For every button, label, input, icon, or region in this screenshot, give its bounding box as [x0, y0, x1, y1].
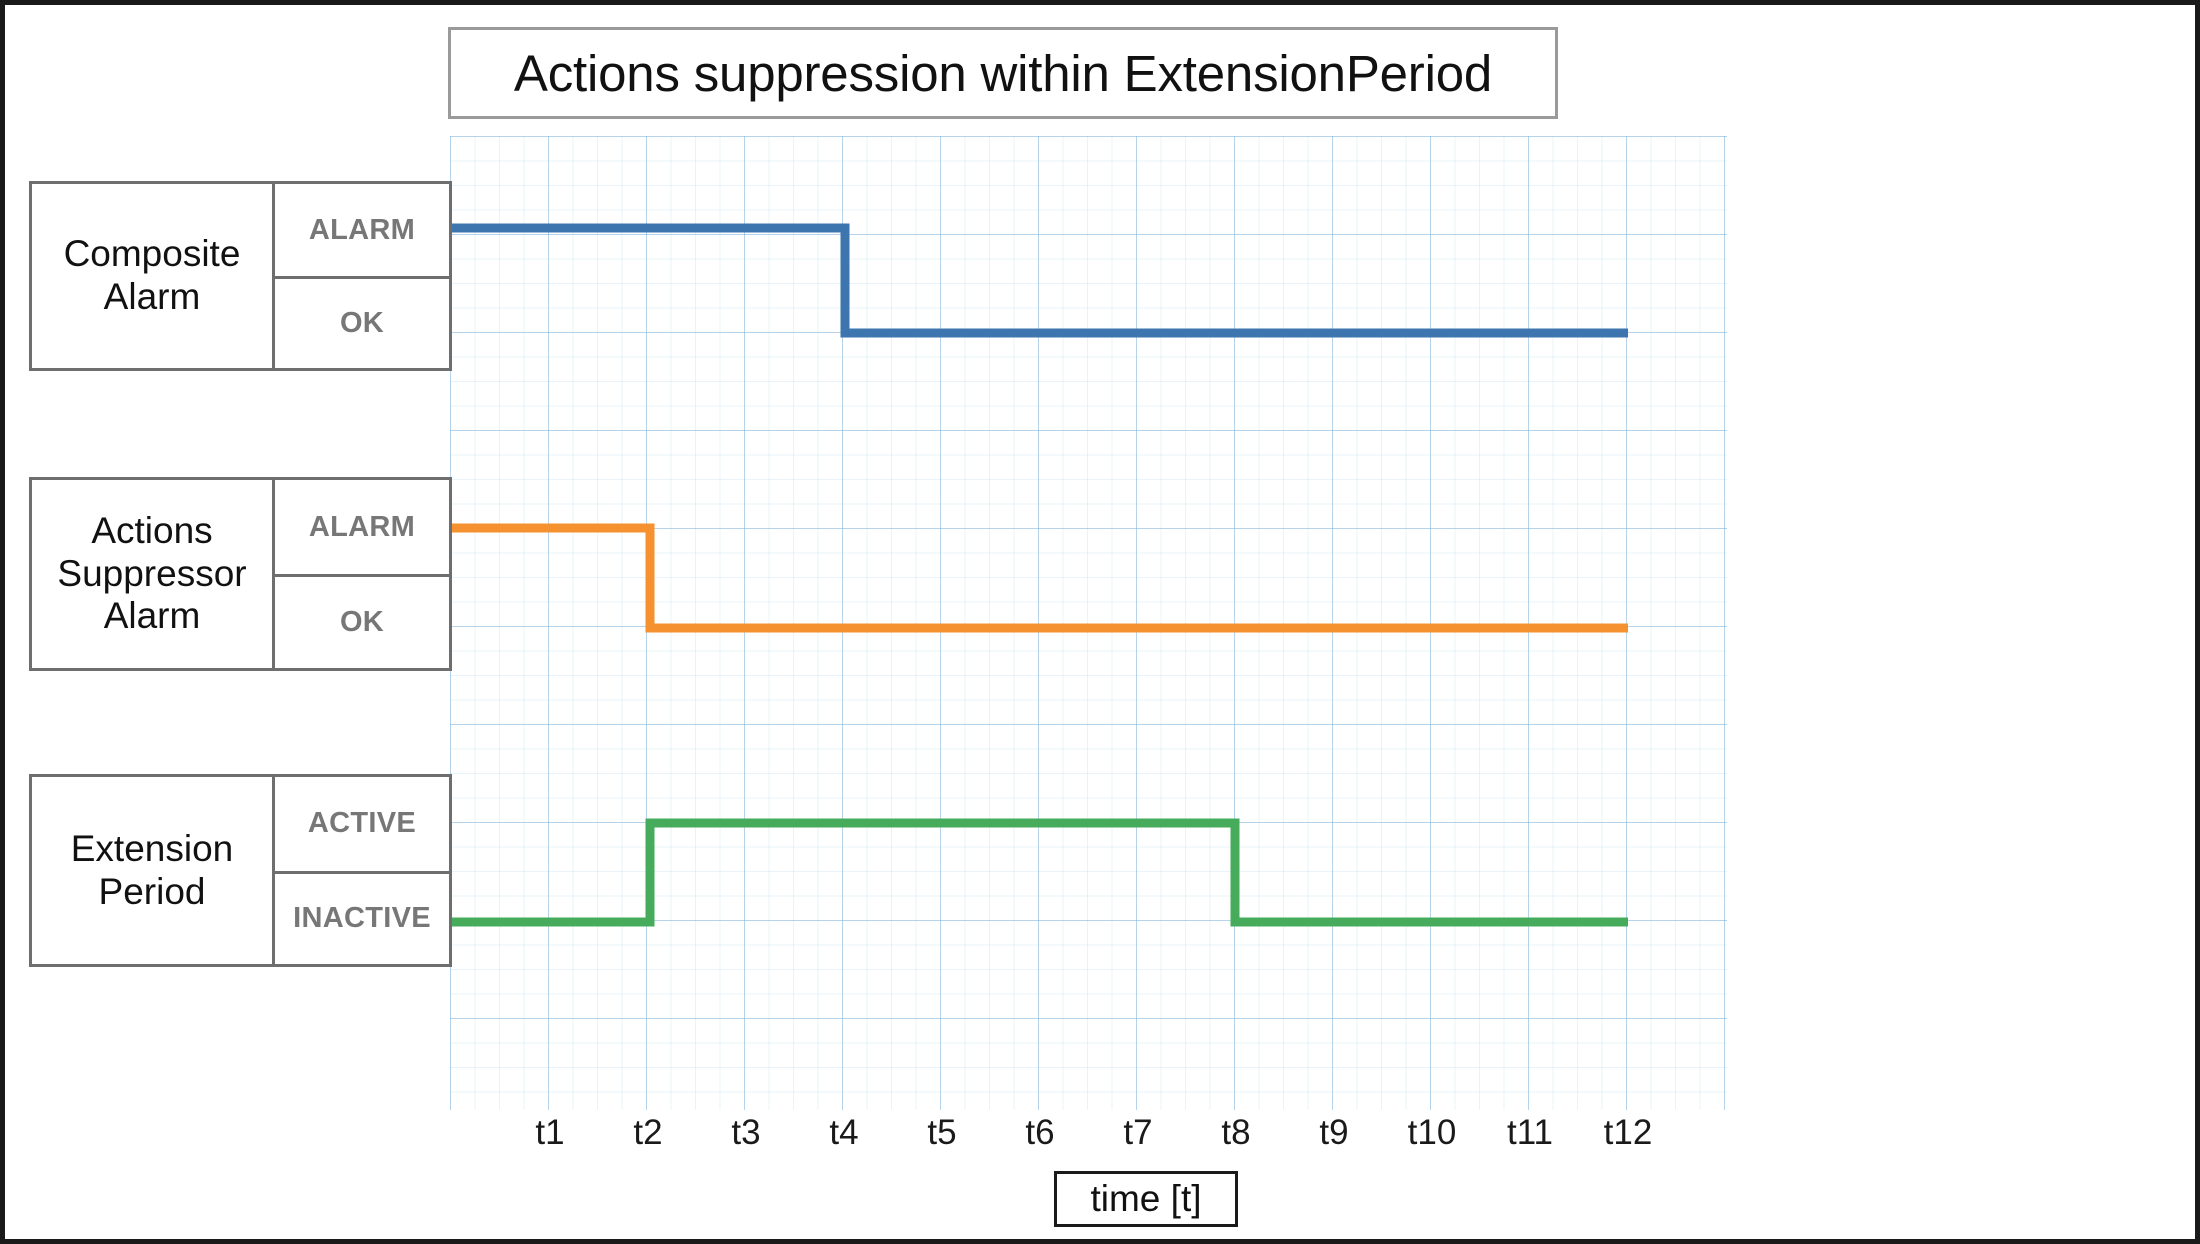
x-axis-tick-t10: t10 — [1407, 1113, 1457, 1152]
x-axis-tick-t2: t2 — [633, 1113, 663, 1152]
x-axis-tick-t9: t9 — [1319, 1113, 1349, 1152]
legend-label-composite-alarm: Composite Alarm — [63, 233, 241, 317]
legend-label-extension-period: Extension Period — [70, 827, 234, 912]
legend-states-actions-suppressor-alarm: ALARM OK — [272, 480, 449, 668]
legend-composite-alarm: Composite Alarm ALARM OK — [29, 181, 452, 371]
legend-state-composite-alarm-low: OK — [275, 276, 449, 368]
legend-state-extension-period-low: INACTIVE — [275, 870, 449, 965]
x-axis-tick-t8: t8 — [1221, 1113, 1251, 1152]
legend-extension-period: Extension Period ACTIVE INACTIVE — [29, 774, 452, 967]
legend-state-composite-alarm-high: ALARM — [308, 213, 416, 246]
legend-state-actions-suppressor-alarm-low: OK — [275, 574, 449, 668]
legend-state-actions-suppressor-alarm-high: ALARM — [308, 510, 416, 543]
legend-actions-suppressor-alarm: Actions Suppressor Alarm ALARM OK — [29, 477, 452, 671]
x-axis-tick-t4: t4 — [829, 1113, 859, 1152]
x-axis-tick-t1: t1 — [535, 1113, 565, 1152]
series-line-extension-period — [451, 818, 1628, 927]
chart-title: Actions suppression within ExtensionPeri… — [513, 44, 1493, 102]
x-axis-tick-t7: t7 — [1123, 1113, 1153, 1152]
x-axis-tick-t3: t3 — [731, 1113, 761, 1152]
x-axis-tick-t11: t11 — [1506, 1113, 1554, 1152]
x-axis-title-box: time [t] — [1054, 1171, 1238, 1227]
x-axis-tick-t12: t12 — [1603, 1113, 1653, 1152]
x-axis-title: time [t] — [1090, 1178, 1202, 1219]
legend-state-extension-period-high: ACTIVE — [307, 807, 417, 840]
x-axis-tick-t6: t6 — [1025, 1113, 1055, 1152]
chart-title-box: Actions suppression within ExtensionPeri… — [448, 27, 1558, 119]
series-lines — [451, 223, 1628, 927]
legend-states-composite-alarm: ALARM OK — [272, 184, 449, 368]
legend-states-extension-period: ACTIVE INACTIVE — [272, 777, 449, 964]
series-line-actions-suppressor-alarm — [451, 523, 1628, 633]
legend-label-actions-suppressor-alarm: Actions Suppressor Alarm — [57, 509, 247, 637]
diagram-canvas: Actions suppression within ExtensionPeri… — [0, 0, 2200, 1244]
x-axis-tick-t5: t5 — [927, 1113, 957, 1152]
series-line-composite-alarm — [451, 223, 1628, 338]
